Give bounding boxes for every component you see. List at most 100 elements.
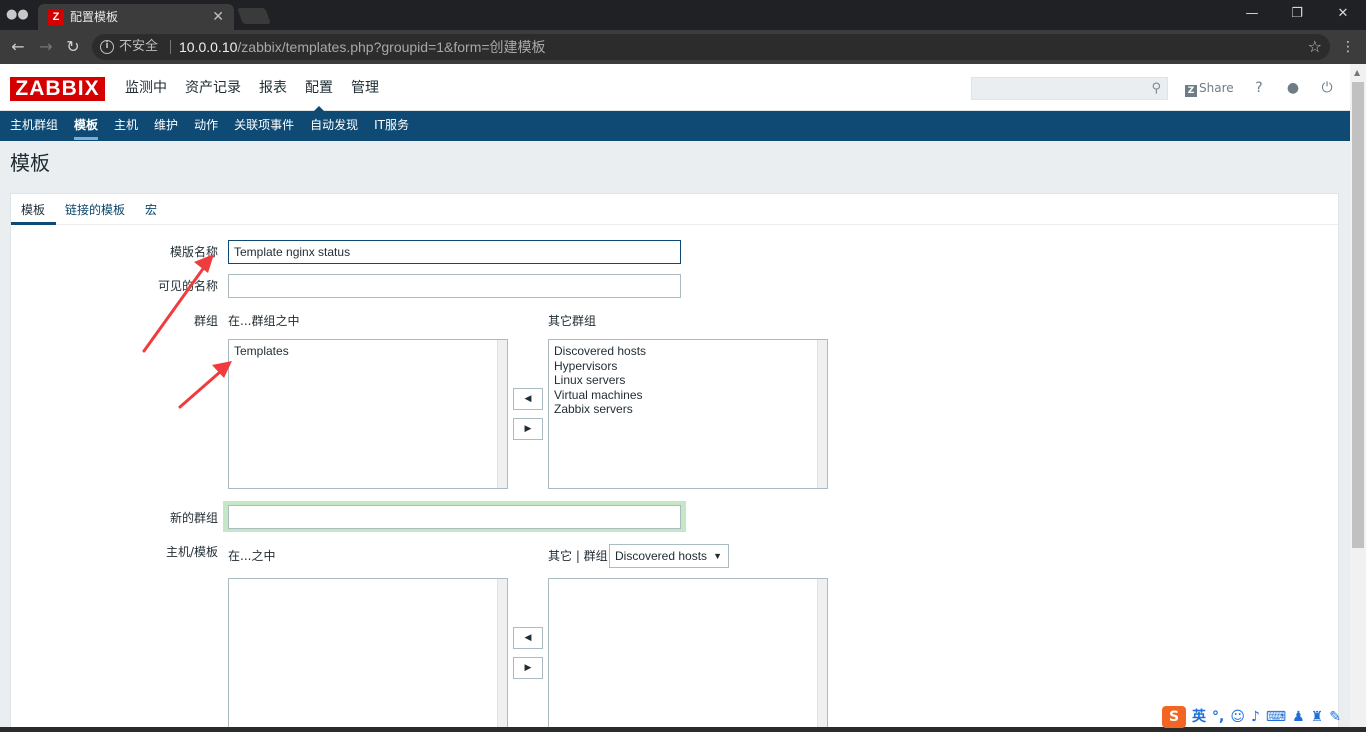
subnav-maintenance[interactable]: 维护	[146, 111, 186, 140]
menu-administration[interactable]: 管理	[342, 76, 388, 100]
help-icon[interactable]: ?	[1251, 79, 1267, 97]
sogou-logo-icon[interactable]: S	[1162, 706, 1186, 728]
sub-navigation: 主机群组 模板 主机 维护 动作 关联项事件 自动发现 IT服务	[0, 111, 1350, 141]
new-group-label: 新的群组	[169, 511, 218, 525]
in-groups-label: 在...群组之中	[228, 314, 300, 328]
zabbix-logo[interactable]: ZABBIX	[10, 77, 105, 101]
listbox-scrollbar[interactable]	[817, 340, 827, 488]
other-hosts-listbox[interactable]	[548, 578, 828, 732]
list-item[interactable]: Linux servers	[549, 373, 827, 388]
zabbix-header: ZABBIX 监测中 资产记录 报表 配置 管理 ⚲ Z Share ? ● ⏻	[0, 64, 1350, 113]
info-icon[interactable]: i	[100, 40, 114, 54]
logout-icon[interactable]: ⏻	[1319, 79, 1335, 97]
ime-mode-label[interactable]: 英	[1192, 707, 1206, 727]
microphone-icon[interactable]: ♪	[1251, 707, 1260, 727]
user-icon[interactable]: ♟	[1292, 707, 1305, 727]
subnav-actions[interactable]: 动作	[186, 111, 226, 140]
subnav-hosts[interactable]: 主机	[106, 111, 146, 140]
scrollbar-thumb[interactable]	[1352, 82, 1364, 548]
share-z-icon: Z	[1185, 85, 1197, 97]
forward-icon[interactable]: →	[36, 37, 56, 57]
page-title: 模板	[10, 151, 50, 175]
template-name-input[interactable]: Template nginx status	[228, 240, 681, 264]
emoji-icon[interactable]: ☺	[1230, 707, 1245, 727]
ime-toolbar: S 英 °, ☺ ♪ ⌨ ♟ ♜ ✎	[1158, 704, 1366, 730]
move-host-left-button[interactable]: ◀	[513, 627, 543, 649]
tab-linked-templates[interactable]: 链接的模板	[65, 202, 125, 218]
template-name-label: 模版名称	[169, 245, 218, 259]
new-group-input[interactable]	[228, 505, 681, 529]
hosts-templates-label: 主机/模板	[165, 545, 218, 559]
list-item[interactable]: Hypervisors	[549, 359, 827, 374]
browser-titlebar: ●● Z 配置模板 ✕ — ❐ ✕	[0, 0, 1366, 30]
menu-inventory[interactable]: 资产记录	[176, 76, 250, 100]
subnav-discovery[interactable]: 自动发现	[302, 111, 366, 140]
visible-name-label: 可见的名称	[157, 279, 218, 293]
other-groups-label: 其它群组	[548, 314, 597, 328]
hosts-group-select[interactable]: Discovered hosts ▼	[609, 544, 729, 568]
list-item[interactable]: Templates	[229, 344, 507, 359]
url-host: 10.0.0.10	[179, 39, 238, 55]
listbox-scrollbar[interactable]	[497, 579, 507, 731]
visible-name-input[interactable]	[228, 274, 681, 298]
user-profile-icon[interactable]: ●	[1285, 79, 1301, 97]
list-item[interactable]: Virtual machines	[549, 388, 827, 403]
list-item[interactable]: Discovered hosts	[549, 344, 827, 359]
subnav-event-correlation[interactable]: 关联项事件	[226, 111, 302, 140]
other-groups-listbox[interactable]: Discovered hosts Hypervisors Linux serve…	[548, 339, 828, 489]
incognito-icon: ●●	[6, 7, 29, 22]
page-scrollbar[interactable]: ▲	[1350, 64, 1366, 732]
minimize-icon[interactable]: —	[1240, 4, 1264, 24]
main-menu: 监测中 资产记录 报表 配置 管理	[116, 76, 388, 113]
subnav-host-groups[interactable]: 主机群组	[2, 111, 66, 140]
url-separator	[170, 40, 171, 54]
restore-icon[interactable]: ❐	[1285, 4, 1309, 24]
tab-macros[interactable]: 宏	[145, 202, 157, 218]
chevron-down-icon: ▼	[713, 551, 722, 561]
reload-icon[interactable]: ↻	[63, 37, 83, 57]
hosts-group-select-value: Discovered hosts	[615, 549, 708, 563]
subnav-templates[interactable]: 模板	[66, 111, 106, 140]
form-tabs: 模板 链接的模板 宏	[11, 194, 1338, 225]
list-item[interactable]: Zabbix servers	[549, 402, 827, 417]
menu-reports[interactable]: 报表	[250, 76, 296, 100]
keyboard-icon[interactable]: ⌨	[1266, 707, 1286, 727]
other-hosts-label: 其它 | 群组	[548, 549, 608, 563]
back-icon[interactable]: ←	[8, 37, 28, 57]
listbox-scrollbar[interactable]	[817, 579, 827, 731]
in-groups-listbox[interactable]: Templates	[228, 339, 508, 489]
share-label: Share	[1199, 81, 1234, 95]
url-text[interactable]: 10.0.0.10/zabbix/templates.php?groupid=1…	[179, 38, 546, 56]
tab-title: 配置模板	[70, 10, 119, 24]
search-icon[interactable]: ⚲	[1151, 80, 1161, 97]
scroll-up-icon[interactable]: ▲	[1354, 68, 1360, 77]
punctuation-icon[interactable]: °,	[1212, 707, 1224, 727]
insecure-label: 不安全	[119, 39, 159, 54]
active-tab-indicator	[11, 222, 56, 225]
new-tab-button[interactable]	[237, 8, 271, 24]
tab-close-icon[interactable]: ✕	[212, 8, 224, 26]
bookmark-star-icon[interactable]: ☆	[1308, 37, 1322, 57]
in-hosts-label: 在...之中	[228, 549, 276, 563]
in-hosts-listbox[interactable]	[228, 578, 508, 732]
menu-monitoring[interactable]: 监测中	[116, 76, 176, 100]
subnav-it-services[interactable]: IT服务	[366, 111, 417, 140]
tab-template[interactable]: 模板	[21, 202, 45, 218]
share-link[interactable]: Z Share	[1185, 80, 1234, 97]
browser-tab[interactable]: Z 配置模板 ✕	[38, 4, 234, 30]
menu-configuration[interactable]: 配置	[296, 76, 342, 113]
skin-icon[interactable]: ♜	[1311, 707, 1324, 727]
window-close-icon[interactable]: ✕	[1331, 4, 1355, 24]
move-group-left-button[interactable]: ◀	[513, 388, 543, 410]
move-group-right-button[interactable]: ▶	[513, 418, 543, 440]
global-search-input[interactable]: ⚲	[971, 77, 1168, 100]
listbox-scrollbar[interactable]	[497, 340, 507, 488]
zabbix-favicon-icon: Z	[48, 9, 64, 25]
browser-menu-icon[interactable]: ⋮	[1340, 37, 1356, 57]
omnibox[interactable]: i 不安全 10.0.0.10/zabbix/templates.php?gro…	[92, 34, 1330, 60]
move-host-right-button[interactable]: ▶	[513, 657, 543, 679]
address-bar: ← → ↻ i 不安全 10.0.0.10/zabbix/templates.p…	[0, 30, 1366, 64]
tools-icon[interactable]: ✎	[1329, 707, 1341, 727]
url-path: /zabbix/templates.php?groupid=1&form=创建模…	[237, 39, 546, 55]
groups-label: 群组	[193, 314, 218, 328]
